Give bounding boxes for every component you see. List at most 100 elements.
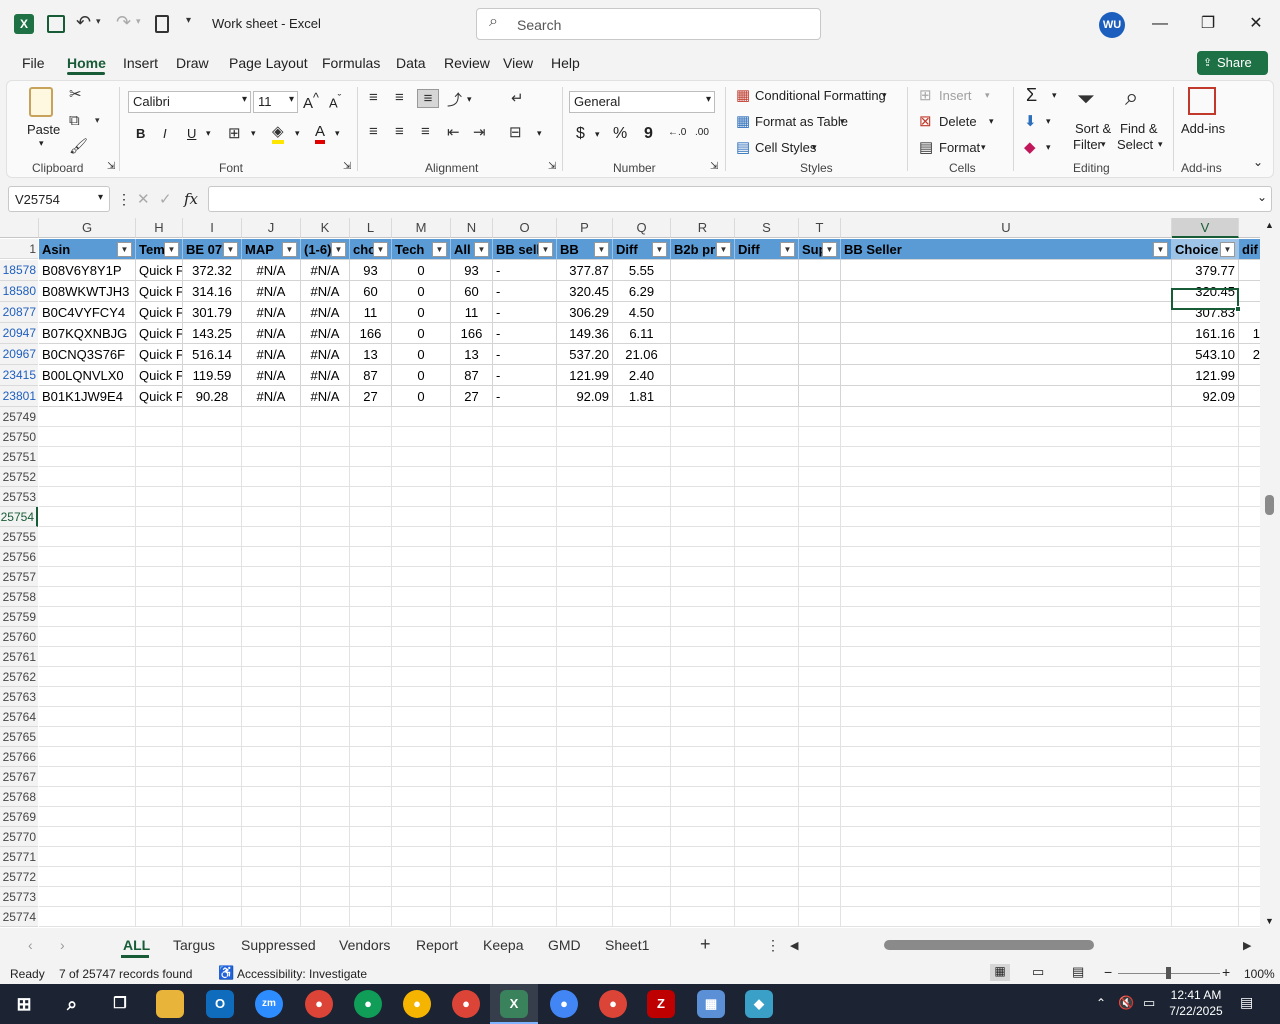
fill-handle[interactable]	[1235, 306, 1241, 312]
table-cell[interactable]: #N/A	[301, 260, 350, 281]
table-cell[interactable]	[799, 260, 841, 281]
table-cell[interactable]: 92.09	[1172, 386, 1239, 407]
column-header-o[interactable]: O	[493, 218, 557, 238]
find-select-label-1[interactable]: Find &	[1120, 121, 1158, 136]
table-cell[interactable]	[735, 302, 799, 323]
add-ins-icon[interactable]	[1188, 87, 1216, 115]
format-cells-icon[interactable]: ▤	[919, 138, 933, 156]
table-cell[interactable]: 166	[350, 323, 392, 344]
table-cell[interactable]: 13	[350, 344, 392, 365]
table-cell[interactable]: #N/A	[242, 386, 301, 407]
row-header[interactable]: 25762	[0, 667, 38, 687]
orientation-dropdown-icon[interactable]: ▾	[467, 94, 472, 105]
delete-cells-button[interactable]: Delete	[939, 114, 977, 129]
row-header[interactable]: 23801	[0, 386, 38, 407]
calculator-icon[interactable]	[155, 15, 169, 33]
filter-dropdown-icon[interactable]: ▼	[538, 242, 553, 257]
filter-dropdown-icon[interactable]: ▼	[373, 242, 388, 257]
find-select-label-2[interactable]: Select	[1117, 137, 1153, 152]
table-cell[interactable]: 379.77	[1172, 260, 1239, 281]
row-header[interactable]: 25769	[0, 807, 38, 827]
table-cell[interactable]: #N/A	[301, 302, 350, 323]
table-cell[interactable]	[799, 344, 841, 365]
merge-dropdown-icon[interactable]: ▾	[537, 128, 542, 139]
table-cell[interactable]: 301.79	[183, 302, 242, 323]
table-cell[interactable]: 537.20	[557, 344, 613, 365]
filter-header-map[interactable]: MAP ▼	[242, 239, 301, 260]
table-cell[interactable]: #N/A	[301, 323, 350, 344]
table-cell[interactable]: 5.55	[613, 260, 671, 281]
wrap-text-icon[interactable]: ↵	[511, 89, 524, 107]
save-icon[interactable]	[47, 15, 65, 33]
row-header[interactable]: 25754	[0, 507, 38, 527]
chrome-icon[interactable]: ●	[550, 990, 578, 1018]
task-view-icon[interactable]: ❒	[106, 990, 134, 1018]
scroll-up-icon[interactable]: ▲	[1265, 220, 1274, 230]
chrome-icon[interactable]: ●	[354, 990, 382, 1018]
table-cell[interactable]: -	[493, 344, 557, 365]
filter-dropdown-icon[interactable]: ▼	[117, 242, 132, 257]
paste-dropdown-icon[interactable]: ▾	[39, 138, 44, 149]
sheet-tab-gmd[interactable]: GMD	[548, 937, 581, 953]
table-cell[interactable]	[841, 386, 1172, 407]
clear-icon[interactable]: ◆	[1024, 138, 1036, 156]
scroll-right-icon[interactable]: ▶	[1243, 939, 1251, 952]
table-cell[interactable]: 93	[350, 260, 392, 281]
menu-page-layout[interactable]: Page Layout	[229, 55, 308, 71]
filter-dropdown-icon[interactable]: ▼	[1153, 242, 1168, 257]
app-icon[interactable]: ◆	[745, 990, 773, 1018]
add-ins-button[interactable]: Add-ins	[1181, 121, 1225, 136]
row-header[interactable]: 25771	[0, 847, 38, 867]
filter-header-diff[interactable]: Diff ▼	[613, 239, 671, 260]
formula-input[interactable]: ⌄	[208, 186, 1272, 212]
name-box[interactable]: V25754 ▾	[8, 186, 110, 212]
table-cell[interactable]	[841, 344, 1172, 365]
column-header-r[interactable]: R	[671, 218, 735, 238]
filter-dropdown-icon[interactable]: ▼	[331, 242, 346, 257]
autosum-dropdown-icon[interactable]: ▾	[1052, 90, 1057, 101]
column-header-m[interactable]: M	[392, 218, 451, 238]
more-options-icon[interactable]: ⋮	[117, 191, 131, 208]
sheet-tab-report[interactable]: Report	[416, 937, 458, 953]
table-cell[interactable]	[671, 344, 735, 365]
selected-cell[interactable]	[1171, 288, 1239, 310]
customize-toolbar-icon[interactable]: ▾	[186, 15, 191, 26]
find-select-icon[interactable]: ⌕	[1125, 84, 1138, 112]
column-header-s[interactable]: S	[735, 218, 799, 238]
table-cell[interactable]	[799, 281, 841, 302]
table-cell[interactable]: -	[493, 365, 557, 386]
select-all-corner[interactable]	[0, 218, 39, 238]
font-name-select[interactable]: Calibri ▾	[128, 91, 251, 113]
filter-header-bb[interactable]: BB ▼	[557, 239, 613, 260]
menu-insert[interactable]: Insert	[123, 55, 158, 71]
clock-time[interactable]: 12:41 AM	[1166, 988, 1226, 1002]
table-cell[interactable]: 166	[451, 323, 493, 344]
filter-header-tech[interactable]: Tech ▼	[392, 239, 451, 260]
underline-button[interactable]: U	[187, 126, 196, 141]
chevron-up-icon[interactable]: ⌃	[1096, 996, 1106, 1010]
font-launcher-icon[interactable]: ⇲	[343, 161, 351, 172]
cell-styles-button[interactable]: Cell Styles	[755, 140, 816, 155]
clipboard-launcher-icon[interactable]: ⇲	[107, 161, 115, 172]
accessibility-status[interactable]: Accessibility: Investigate	[237, 967, 367, 981]
table-cell[interactable]: 320.45	[557, 281, 613, 302]
table-cell[interactable]: #N/A	[301, 281, 350, 302]
volume-muted-icon[interactable]: 🔇	[1118, 995, 1134, 1011]
table-cell[interactable]	[735, 365, 799, 386]
format-painter-icon[interactable]: 🖌	[69, 137, 88, 155]
format-as-table-button[interactable]: Format as Table	[755, 114, 848, 129]
table-cell[interactable]: B08WKWTJH3	[39, 281, 136, 302]
number-launcher-icon[interactable]: ⇲	[710, 161, 718, 172]
menu-data[interactable]: Data	[396, 55, 426, 71]
sheet-tab-targus[interactable]: Targus	[173, 937, 215, 953]
table-cell[interactable]	[671, 260, 735, 281]
table-cell[interactable]: 121.99	[1172, 365, 1239, 386]
table-cell[interactable]	[799, 323, 841, 344]
windows-start-icon[interactable]: ⊞	[10, 990, 38, 1018]
filter-header-diff2[interactable]: Diff ▼	[735, 239, 799, 260]
table-cell[interactable]	[735, 260, 799, 281]
cut-icon[interactable]: ✂	[69, 85, 82, 103]
table-cell[interactable]: 6.29	[613, 281, 671, 302]
table-cell[interactable]	[671, 386, 735, 407]
copy-dropdown-icon[interactable]: ▾	[95, 115, 100, 126]
